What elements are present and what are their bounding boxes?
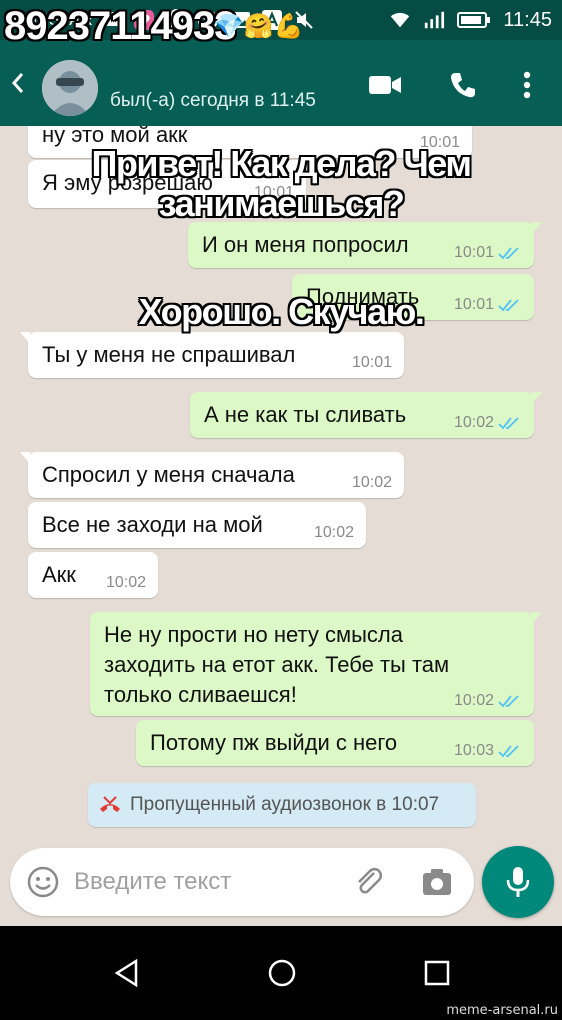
contact-emojis: 💎🤗💪 [214,12,304,40]
meme-caption-middle: Хорошо. Скучаю. [138,291,425,332]
message-text: Все не заходи на мой [42,512,263,537]
message-meta: 10:01 [454,244,522,262]
message-time: 10:02 [313,524,354,541]
wifi-icon [389,9,411,31]
microphone-icon [506,867,530,897]
message-time: 10:03 [453,742,494,759]
read-ticks-icon [498,745,519,758]
message-time: 10:01 [351,354,392,371]
more-options-icon[interactable] [510,68,544,102]
message-time: 10:02 [351,474,392,491]
message-incoming[interactable]: Спросил у меня сначала 10:02 [20,452,404,498]
missed-call-icon [100,796,120,812]
bubble-tail [532,222,542,234]
message-incoming[interactable]: Акк 10:02 [28,552,158,598]
message-text: Акк [42,562,76,587]
emoji-icon[interactable] [26,865,60,899]
message-outgoing[interactable]: А не как ты сливать 10:02 [190,392,542,438]
message-incoming[interactable]: Все не заходи на мой 10:02 [28,502,366,548]
missed-call-notice[interactable]: Пропущенный аудиозвонок в 10:07 [88,783,476,827]
message-text: Не ну прости но нету смысла заходить на … [104,622,450,707]
message-text: А не как ты сливать [204,402,407,427]
read-ticks-icon [498,417,519,430]
message-time: 10:02 [453,692,494,709]
message-input[interactable] [74,866,334,898]
bubble-tail [20,332,30,344]
meme-caption-top: Привет! Как дела? Чем занимаешься? [91,143,472,224]
back-arrow-icon[interactable] [6,68,32,98]
bubble-tail [20,452,30,464]
message-text: Ты у меня не спрашивал [42,342,296,367]
nav-back-icon[interactable] [102,948,152,998]
mic-button[interactable] [482,846,554,918]
read-ticks-icon [498,247,519,260]
system-nav-bar: meme-arsenal.ru [0,926,562,1020]
video-call-icon[interactable] [368,68,402,102]
message-time: 10:02 [105,574,146,591]
contact-name[interactable]: 89237114933 [4,4,236,49]
chat-header: был(-а) сегодня в 11:45 [0,40,562,126]
chat-area[interactable]: ну это мой акк 10:01 Я эму розрешаю 10:0… [0,126,562,924]
battery-icon [457,9,491,31]
message-text: Спросил у меня сначала [42,462,295,487]
bubble-tail [532,612,542,624]
message-time: 10:01 [453,244,494,261]
missed-call-text: Пропущенный аудиозвонок в 10:07 [130,794,440,815]
camera-icon[interactable] [420,865,454,899]
attach-icon[interactable] [352,865,386,899]
signal-icon [423,9,445,31]
bubble-tail [532,392,542,404]
message-text: И он меня попросил [202,232,409,257]
message-text: Потому пж выйди с него [150,730,398,755]
avatar[interactable] [42,60,98,116]
message-outgoing[interactable]: Не ну прости но нету смысла заходить на … [90,612,542,716]
read-ticks-icon [498,695,519,708]
last-seen-status: был(-а) сегодня в 11:45 [110,90,316,111]
message-outgoing[interactable]: И он меня попросил 10:01 [188,222,542,268]
voice-call-icon[interactable] [446,68,480,102]
message-outgoing[interactable]: Потому пж выйди с него 10:03 [136,720,534,766]
nav-recents-icon[interactable] [412,948,462,998]
watermark: meme-arsenal.ru [446,1003,558,1018]
clock: 11:45 [503,8,552,31]
message-incoming[interactable]: Ты у меня не спрашивал 10:01 [20,332,404,378]
message-meta: 10:02 [454,692,522,710]
message-meta: 10:03 [454,742,522,760]
message-time: 10:02 [453,414,494,431]
nav-home-icon[interactable] [257,948,307,998]
message-composer [10,848,474,916]
message-meta: 10:02 [454,414,522,432]
